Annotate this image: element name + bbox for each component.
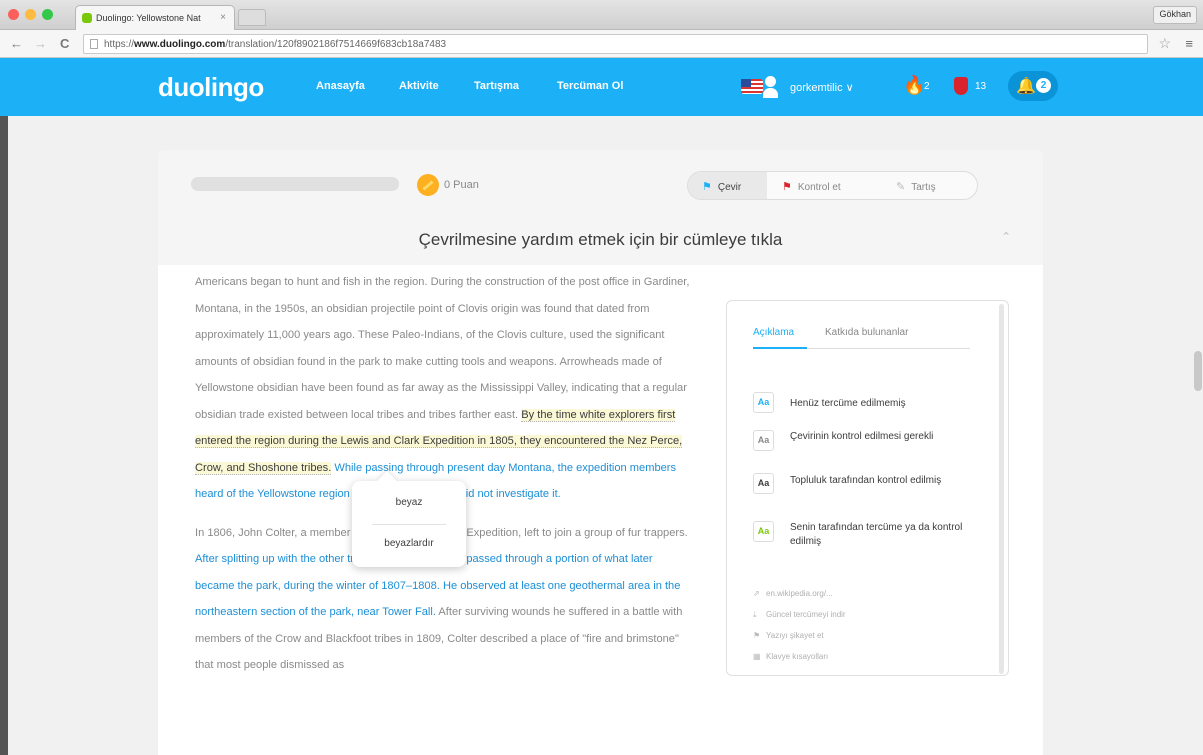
coin-icon <box>417 174 439 196</box>
download-translation-link[interactable]: ⤓ Güncel tercümeyi indir <box>753 610 846 620</box>
article-paragraph: Americans began to hunt and fish in the … <box>195 269 691 508</box>
maximize-window-button[interactable] <box>42 9 53 20</box>
forward-arrow-icon[interactable]: → <box>34 36 47 51</box>
tab-active-indicator <box>753 347 807 349</box>
url-field[interactable]: https://www.duolingo.com/translation/120… <box>83 34 1148 54</box>
notifications-button[interactable]: 🔔 2 <box>1008 71 1058 101</box>
legend-swatch-needs-review: Aa <box>753 430 774 451</box>
download-icon: ⤓ <box>753 610 757 619</box>
mode-switcher: ⚑ Çevir ⚑ Kontrol et ✎ Tartış <box>687 171 978 200</box>
report-article-link[interactable]: ⚑ Yazıyı şikayet et <box>753 631 824 640</box>
legend-label: Çevirinin kontrol edilmesi gerekli <box>790 431 934 442</box>
sentence[interactable]: Americans began to hunt and fish in the … <box>195 276 428 288</box>
translation-toolbar: 0 Puan ⚑ Çevir ⚑ Kontrol et ✎ Tartış Çevril… <box>158 150 1043 265</box>
hint-option[interactable]: beyazlardır <box>352 538 466 549</box>
keyboard-icon: ▦ <box>753 652 761 661</box>
source-link-label: en.wikipedia.org/... <box>766 589 833 598</box>
legend-swatch-yours: Aa <box>753 521 774 542</box>
mode-review-label: Kontrol et <box>797 182 841 193</box>
mode-discuss-button[interactable]: ✎ Tartış <box>888 172 976 199</box>
chevron-up-icon[interactable]: ⌄ <box>1001 229 1011 243</box>
mode-review-button[interactable]: ⚑ Kontrol et <box>774 172 884 199</box>
instruction-heading: Çevrilmesine yardım etmek için bir cümle… <box>418 230 783 249</box>
minimize-window-button[interactable] <box>25 9 36 20</box>
url-path: /translation/120f8902186f7514669f683cb18… <box>225 39 447 50</box>
keyboard-shortcuts-label: Klavye kısayolları <box>766 652 829 661</box>
site-header: duolingo Anasayfa Aktivite Tartışma Terc… <box>0 58 1203 116</box>
flag-icon: ⚑ <box>702 181 712 193</box>
browser-profile-button[interactable]: Gökhan <box>1153 6 1197 24</box>
tab-description[interactable]: Açıklama <box>753 327 794 338</box>
duolingo-logo[interactable]: duolingo <box>158 72 264 103</box>
flag-report-icon: ⚑ <box>753 631 761 640</box>
mode-discuss-label: Tartış <box>911 182 936 193</box>
notification-count-badge: 2 <box>1036 78 1051 93</box>
bell-icon: 🔔 <box>1016 78 1036 95</box>
new-tab-button[interactable] <box>238 9 266 26</box>
nav-home[interactable]: Anasayfa <box>316 80 365 92</box>
nav-discussion[interactable]: Tartışma <box>474 80 519 92</box>
legend-label: Senin tarafından tercüme ya da kontrol e… <box>790 522 963 547</box>
legend-panel: Açıklama Katkıda bulunanlar Aa Henüz ter… <box>726 300 1009 676</box>
tab-contributors[interactable]: Katkıda bulunanlar <box>825 327 908 338</box>
browser-tab-bar: Duolingo: Yellowstone Nat × Gökhan <box>0 0 1203 30</box>
url-prefix: https:// <box>104 39 135 50</box>
lingot-count: 13 <box>975 81 987 92</box>
source-link[interactable]: ⇗ en.wikipedia.org/... <box>753 589 833 598</box>
external-link-icon: ⇗ <box>753 589 760 598</box>
translation-card: 0 Puan ⚑ Çevir ⚑ Kontrol et ✎ Tartış Çevril… <box>158 150 1043 755</box>
duolingo-favicon-icon <box>82 13 92 23</box>
url-domain: www.duolingo.com <box>134 39 226 50</box>
page-document-icon <box>90 39 98 49</box>
divider <box>372 524 446 525</box>
legend-swatch-community-reviewed: Aa <box>753 473 774 494</box>
close-window-button[interactable] <box>8 9 19 20</box>
close-tab-icon[interactable]: × <box>220 12 226 23</box>
review-flag-icon: ⚑ <box>782 181 792 193</box>
nav-activity[interactable]: Aktivite <box>399 80 439 92</box>
legend-label: Henüz tercüme edilmemiş <box>790 398 906 409</box>
legend-label: Topluluk tarafından kontrol edilmiş <box>790 475 942 486</box>
translation-progress-bar <box>191 177 399 191</box>
browser-tab-title: Duolingo: Yellowstone Nat <box>96 13 201 23</box>
hint-option[interactable]: beyaz <box>352 497 466 508</box>
streak-flame-icon: 🔥 <box>903 75 926 95</box>
streak-count: 2 <box>924 81 930 92</box>
panel-scrollbar[interactable] <box>999 304 1004 674</box>
report-article-label: Yazıyı şikayet et <box>766 631 824 640</box>
page-scrollbar-thumb[interactable] <box>1194 351 1202 391</box>
discuss-icon: ✎ <box>896 181 906 193</box>
lingot-gem-icon <box>954 77 968 95</box>
nav-become-translator[interactable]: Tercüman Ol <box>557 80 623 92</box>
mode-translate-label: Çevir <box>717 182 742 193</box>
username-menu[interactable]: gorkemtilic ∨ <box>790 81 854 94</box>
avatar[interactable] <box>763 76 778 98</box>
bookmark-star-icon[interactable]: ☆ <box>1158 35 1171 52</box>
browser-tab[interactable]: Duolingo: Yellowstone Nat × <box>75 5 235 30</box>
article-body: Americans began to hunt and fish in the … <box>195 269 691 691</box>
us-flag-icon[interactable] <box>741 79 763 94</box>
keyboard-shortcuts-link[interactable]: ▦ Klavye kısayolları <box>753 652 828 661</box>
word-hint-popup: beyaz beyazlardır <box>352 481 466 567</box>
browser-address-bar: ← → C https://www.duolingo.com/translati… <box>0 30 1203 58</box>
reload-icon[interactable]: C <box>60 36 69 51</box>
download-translation-label: Güncel tercümeyi indir <box>766 610 846 619</box>
legend-swatch-untranslated: Aa <box>753 392 774 413</box>
mode-translate-button[interactable]: ⚑ Çevir <box>688 172 767 199</box>
browser-menu-icon[interactable]: ≡ <box>1185 36 1193 51</box>
points-label: 0 Puan <box>444 179 479 191</box>
back-arrow-icon[interactable]: ← <box>10 36 23 51</box>
